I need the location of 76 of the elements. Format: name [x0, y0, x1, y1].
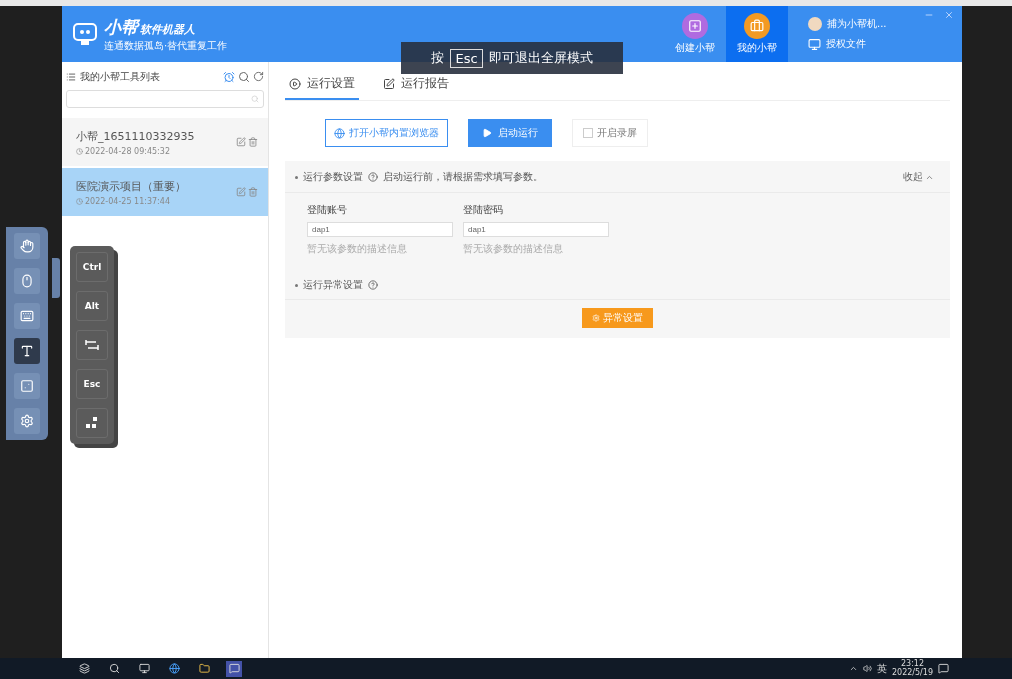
tool-name: 医院演示项目（重要）: [76, 178, 187, 194]
dice-icon: [20, 379, 34, 393]
esc-key-label: Esc: [450, 48, 483, 68]
edit-icon[interactable]: [236, 187, 246, 197]
tab[interactable]: 运行设置: [285, 75, 359, 100]
key-button[interactable]: Ctrl: [76, 252, 108, 282]
tool-button[interactable]: [14, 338, 40, 364]
checkbox[interactable]: [583, 128, 593, 138]
field-label: 登陆密码: [463, 203, 504, 217]
nav-tab[interactable]: 创建小帮: [664, 6, 726, 62]
clock-icon: [76, 197, 83, 205]
section-title: 运行参数设置: [303, 170, 363, 184]
run-button[interactable]: 启动运行: [468, 119, 552, 147]
license-link[interactable]: 授权文件: [826, 37, 866, 51]
tool-list-item[interactable]: 小帮_1651110332935 2022-04-28 09:45:32: [62, 118, 268, 166]
user-name[interactable]: 捕为小帮机...: [827, 17, 887, 31]
play-circle-icon: [289, 77, 301, 90]
toolbar-handle[interactable]: [52, 258, 60, 298]
search-field[interactable]: [66, 90, 264, 108]
help-icon[interactable]: [368, 280, 378, 290]
hint-text: 按: [431, 49, 445, 67]
trash-icon[interactable]: [248, 187, 258, 197]
tool-time: 2022-04-25 11:37:44: [85, 196, 170, 206]
tool-list-item[interactable]: 医院演示项目（重要） 2022-04-25 11:37:44: [62, 168, 268, 216]
clock-icon: [76, 147, 83, 155]
squares-icon: [86, 417, 98, 429]
close-icon[interactable]: [944, 10, 954, 20]
tab[interactable]: 运行报告: [379, 75, 453, 100]
taskbar-clock[interactable]: 23:12 2022/5/19: [891, 659, 933, 678]
input-field[interactable]: dap1: [307, 222, 453, 237]
letter-icon: [20, 344, 34, 358]
search-icon: [251, 95, 259, 103]
tray-caret-icon[interactable]: [848, 664, 858, 673]
refresh-icon[interactable]: [253, 71, 264, 82]
logo-subtitle: 连通数据孤岛·替代重复工作: [104, 38, 228, 53]
globe-icon: [334, 127, 345, 139]
play-icon: [482, 128, 492, 138]
edit-icon: [383, 77, 395, 90]
keyboard-icon: [20, 309, 34, 323]
browser-icon[interactable]: [166, 660, 182, 677]
hint-text: 即可退出全屏模式: [488, 49, 593, 67]
field-note: 暂无该参数的描述信息: [307, 242, 408, 256]
avatar: [808, 17, 822, 31]
field-label: 登陆账号: [307, 203, 348, 217]
tool-time: 2022-04-28 09:45:32: [85, 146, 170, 156]
settings-icon: [592, 314, 600, 322]
speaker-icon[interactable]: [862, 664, 872, 673]
mouse-icon: [20, 274, 34, 288]
bullet-icon: [295, 175, 298, 179]
logo-suffix: 软件机器人: [140, 22, 195, 36]
help-icon[interactable]: [368, 172, 378, 182]
trash-icon[interactable]: [248, 137, 258, 147]
edit-icon[interactable]: [236, 137, 246, 147]
field-note: 暂无该参数的描述信息: [463, 242, 564, 256]
open-browser-button[interactable]: 打开小帮内置浏览器: [325, 119, 448, 147]
bullet-icon: [295, 283, 298, 287]
sidebar-title: 我的小帮工具列表: [80, 70, 160, 84]
input-field[interactable]: dap1: [463, 222, 609, 237]
list-icon: [66, 72, 76, 82]
section-title: 运行异常设置: [303, 278, 363, 292]
record-checkbox[interactable]: 开启录屏: [572, 119, 648, 147]
tool-name: 小帮_1651110332935: [76, 128, 196, 144]
key-button[interactable]: [76, 330, 108, 360]
nav-tab[interactable]: 我的小帮: [726, 6, 788, 62]
ime-indicator[interactable]: 英: [876, 661, 887, 676]
settings-icon: [20, 414, 34, 428]
collapse-button[interactable]: 收起: [897, 169, 940, 185]
key-button[interactable]: Esc: [76, 369, 108, 399]
tab-key-icon: [85, 339, 99, 351]
robot-logo-icon: [72, 21, 98, 47]
section-hint: 启动运行前，请根据需求填写参数。: [383, 170, 543, 184]
hand-icon: [20, 239, 34, 253]
key-button[interactable]: [76, 408, 108, 438]
key-button[interactable]: Alt: [76, 291, 108, 321]
alarm-clock-icon[interactable]: [223, 71, 235, 83]
notification-icon[interactable]: [938, 663, 949, 674]
